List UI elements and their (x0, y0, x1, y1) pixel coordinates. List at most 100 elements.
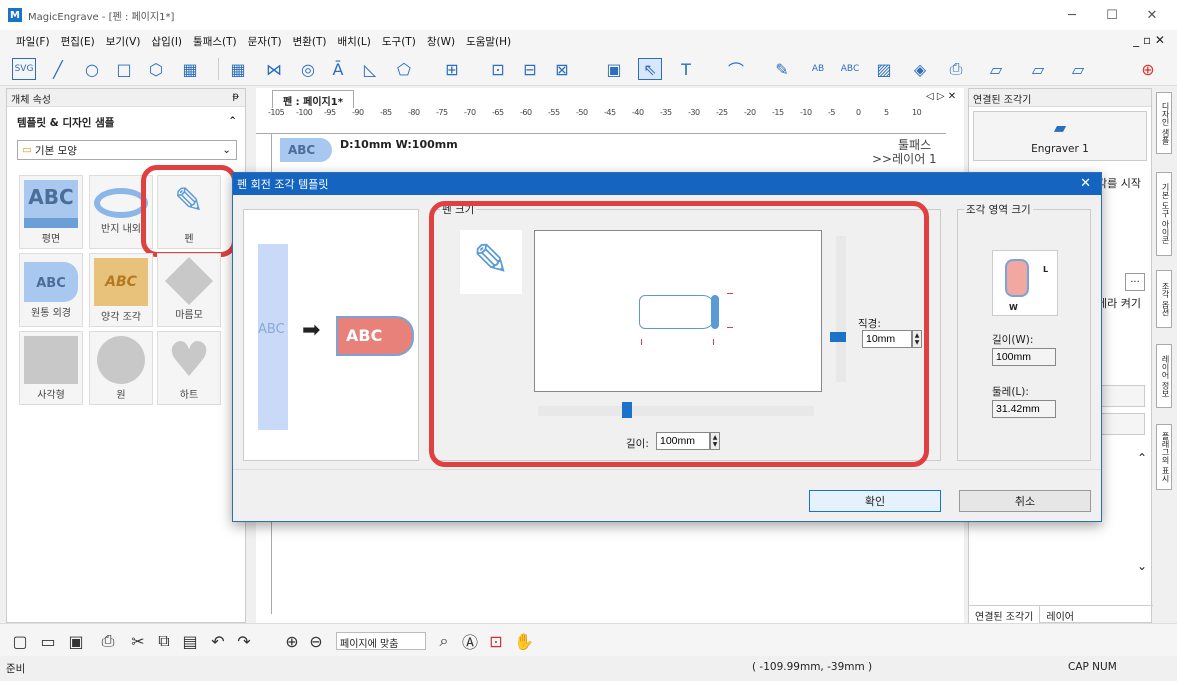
paste-icon[interactable]: ▤ (178, 630, 202, 652)
view-tool-icon[interactable]: ▣ (602, 58, 626, 80)
ok-button[interactable]: 확인 (809, 490, 941, 512)
sidetab-engrave-options[interactable]: 조각 옵션 (1156, 270, 1172, 328)
group-tool-icon[interactable]: ⊠ (550, 58, 574, 80)
tab-layer[interactable]: 레이어 (1040, 606, 1080, 623)
qrcode-tool-icon[interactable]: ▦ (178, 58, 202, 80)
menu-toolpath[interactable]: 툴패스(T) (193, 34, 237, 49)
browse-button[interactable]: ... (1125, 273, 1145, 291)
cancel-button[interactable]: 취소 (959, 490, 1091, 512)
text-fill-icon[interactable]: ABC (838, 58, 862, 80)
area-circumference-value (992, 400, 1056, 418)
template-tile-circle[interactable]: 원 (89, 331, 153, 405)
circle-thumbnail-icon (97, 336, 145, 384)
pan-hand-icon[interactable]: ✋ (512, 630, 536, 652)
frame2-tool-icon[interactable]: ▱ (1026, 58, 1050, 80)
table-tool-icon[interactable]: ▦ (226, 58, 250, 80)
menu-transform[interactable]: 변환(T) (293, 34, 327, 49)
distribute-tool-icon[interactable]: ⊟ (518, 58, 542, 80)
canvas-pen-object[interactable]: ABC (280, 138, 332, 162)
menu-tools[interactable]: 도구(T) (382, 34, 416, 49)
zoom-in-icon[interactable]: ⊕ (280, 630, 304, 652)
template-tile-emboss[interactable]: ABC 양각 조각 (89, 253, 153, 327)
text-tool-icon[interactable]: T (674, 58, 698, 80)
svg-import-icon[interactable]: SVG (12, 58, 36, 80)
sidetab-basic-tools[interactable]: 기본 도구 아이콘 (1156, 172, 1172, 256)
mdi-controls[interactable]: _ ▫ ✕ (1133, 33, 1165, 47)
polygon-tool-icon[interactable]: ⬡ (144, 58, 168, 80)
scroll-down-icon[interactable]: ⌄ (1137, 559, 1147, 573)
text-outline-icon[interactable]: AB (806, 58, 830, 80)
menu-insert[interactable]: 삽입(I) (151, 34, 182, 49)
zoom-out-icon[interactable]: ⊖ (304, 630, 328, 652)
menu-window[interactable]: 창(W) (427, 34, 455, 49)
tile-label: 사각형 (37, 390, 65, 401)
collapse-icon[interactable]: ⌃ (228, 115, 237, 127)
circle-text-icon[interactable]: ◎ (296, 58, 320, 80)
menu-edit[interactable]: 편집(E) (61, 34, 95, 49)
print-tool-icon[interactable]: ⎙ (944, 58, 968, 80)
image-tool-icon[interactable]: ▨ (872, 58, 896, 80)
redo-icon[interactable]: ↷ (232, 630, 256, 652)
tab-nav-controls[interactable]: ◁ ▷ ✕ (926, 91, 956, 102)
close-button[interactable]: ✕ (1132, 0, 1172, 30)
scroll-up-icon[interactable]: ⌃ (1137, 451, 1147, 465)
template-category-select[interactable]: ▭ 기본 모양 ⌄ (17, 140, 237, 160)
zoom-fit-select[interactable]: 페이지에 맞춤 (336, 632, 426, 650)
heart-thumbnail-icon: ♥ (167, 332, 211, 388)
menu-text[interactable]: 문자(T) (248, 34, 282, 49)
engraver-action-button[interactable] (1095, 385, 1145, 407)
template-tile-flat[interactable]: ABC 평면 (19, 175, 83, 249)
pin-icon[interactable]: ᵽ (232, 91, 239, 102)
text-frame-icon[interactable]: Ā (326, 58, 350, 80)
undo-icon[interactable]: ↶ (206, 630, 230, 652)
pen-tool-icon[interactable]: ✎ (770, 58, 794, 80)
copy-icon[interactable]: ⧉ (152, 630, 176, 652)
zoom-selection-icon[interactable]: ⌕ (432, 630, 456, 652)
ruler-tick-label: -95 (324, 108, 336, 117)
engraver-action-button-2[interactable] (1095, 413, 1145, 435)
engraver-device-card[interactable]: ▰ Engraver 1 (973, 111, 1147, 161)
frame-tool-icon[interactable]: ▱ (984, 58, 1008, 80)
shape-tool-icon[interactable]: ◺ (358, 58, 382, 80)
zoom-text-icon[interactable]: Ⓐ (458, 630, 482, 652)
line-tool-icon[interactable]: ╱ (46, 58, 70, 80)
grid-tool-icon[interactable]: ⊞ (440, 58, 464, 80)
cut-icon[interactable]: ✂ (126, 630, 150, 652)
minimize-button[interactable]: ─ (1052, 0, 1092, 30)
open-file-icon[interactable]: ▭ (36, 630, 60, 652)
menu-view[interactable]: 보기(V) (106, 34, 141, 49)
sidetab-layer-info[interactable]: 레이어 정보 (1156, 344, 1172, 408)
dialog-close-button[interactable]: ✕ (1080, 176, 1091, 191)
menu-arrange[interactable]: 배치(L) (338, 34, 371, 49)
sidetab-design-samples[interactable]: 디자인 샘플 (1156, 92, 1172, 154)
tile-label: 하트 (179, 390, 199, 401)
menu-help[interactable]: 도움말(H) (466, 34, 511, 49)
template-tile-square[interactable]: 사각형 (19, 331, 83, 405)
print-icon[interactable]: ⎙ (96, 630, 120, 652)
ellipse-tool-icon[interactable]: ○ (80, 58, 104, 80)
flat-thumbnail-icon: ABC (24, 180, 78, 228)
node-tool-icon[interactable]: ⬠ (392, 58, 416, 80)
frame3-tool-icon[interactable]: ▱ (1066, 58, 1090, 80)
save-file-icon[interactable]: ▣ (64, 630, 88, 652)
template-tile-heart[interactable]: ♥ 하트 (157, 331, 221, 405)
maximize-button[interactable]: ☐ (1092, 0, 1132, 30)
tab-connected-engraver[interactable]: 연결된 조각기 (969, 606, 1041, 623)
align-tool-icon[interactable]: ⊡ (486, 58, 510, 80)
ruler-tick-label: -10 (800, 108, 812, 117)
select-tool-icon[interactable]: ⇖ (638, 58, 662, 80)
tab-document[interactable]: 펜 : 페이지1* (272, 90, 354, 108)
zoom-area-icon[interactable]: ⊡ (484, 630, 508, 652)
center-mark-icon[interactable]: ⊕ (1136, 58, 1160, 80)
pen-size-highlight (429, 201, 929, 467)
new-file-icon[interactable]: ▢ (8, 630, 32, 652)
mirror-tool-icon[interactable]: ⋈ (262, 58, 286, 80)
arc-text-icon[interactable]: ⌒ (724, 58, 748, 80)
pen-rotation-template-dialog: 펜 회전 조각 템플릿 ✕ ABC ➡ ABC 펜 크기 ✎ 직경: 10mm … (232, 172, 1102, 522)
sidetab-flag-display[interactable]: 플래그의 표시 (1156, 424, 1172, 490)
template-tile-cylinder[interactable]: ABC 원통 외경 (19, 253, 83, 327)
rectangle-tool-icon[interactable]: □ (112, 58, 136, 80)
template-tile-diamond[interactable]: 마름모 (157, 253, 221, 327)
engrave-tool-icon[interactable]: ◈ (908, 58, 932, 80)
menu-file[interactable]: 파일(F) (16, 34, 50, 49)
